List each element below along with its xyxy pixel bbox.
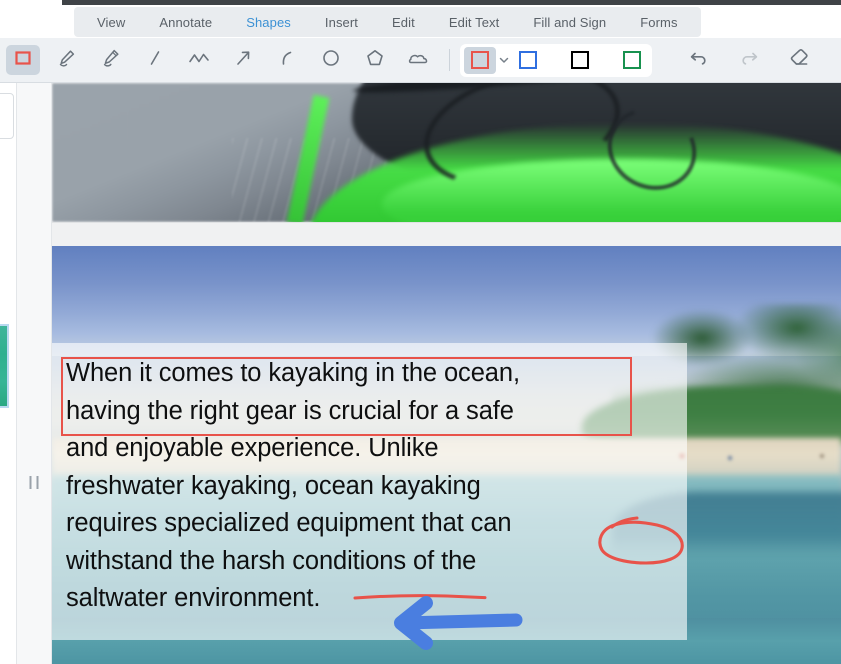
cloud-tool[interactable] xyxy=(402,45,436,75)
thumbnail-rail[interactable] xyxy=(0,83,16,664)
tab-annotate[interactable]: Annotate xyxy=(142,7,229,37)
ellipse-tool[interactable] xyxy=(314,45,348,75)
arrow-icon xyxy=(233,48,253,73)
shapes-toolbar xyxy=(0,38,841,83)
text-overlay-panel: When it comes to kayaking in the ocean, … xyxy=(52,343,687,640)
color-red-swatch-icon xyxy=(471,51,489,69)
page-thumbnail-2[interactable] xyxy=(0,324,9,408)
color-palette xyxy=(460,43,652,77)
color-green[interactable] xyxy=(616,47,648,74)
tab-view[interactable]: View xyxy=(80,7,142,37)
polygon-icon xyxy=(364,47,386,74)
redo-button xyxy=(732,45,766,75)
color-black[interactable] xyxy=(564,47,596,74)
page-thumbnail-1[interactable] xyxy=(0,93,14,139)
pen-tool[interactable] xyxy=(50,45,84,75)
ellipse-icon xyxy=(320,47,342,74)
curve-icon xyxy=(277,48,297,73)
tab-bar: View Annotate Shapes Insert Edit Edit Text Fil… xyxy=(0,5,841,38)
color-red[interactable] xyxy=(464,46,496,74)
highlighter-tool[interactable] xyxy=(94,45,128,75)
document-viewport[interactable]: When it comes to kayaking in the ocean, … xyxy=(52,83,841,664)
toolbar-divider xyxy=(449,49,450,71)
polyline-tool[interactable] xyxy=(182,45,216,75)
document-page-1[interactable] xyxy=(52,83,841,222)
pen-icon xyxy=(56,47,78,74)
cloud-icon xyxy=(407,48,431,73)
arrow-tool[interactable] xyxy=(226,45,260,75)
undo-icon xyxy=(688,47,710,74)
polygon-tool[interactable] xyxy=(358,45,392,75)
color-black-swatch-icon xyxy=(571,51,589,69)
color-blue-swatch-icon xyxy=(519,51,537,69)
color-blue[interactable] xyxy=(512,47,544,74)
splitter-grip-icon xyxy=(29,476,39,489)
rectangle-tool[interactable] xyxy=(6,45,40,75)
pdf-editor-window: View Annotate Shapes Insert Edit Edit Text Fil… xyxy=(0,0,841,664)
panel-splitter[interactable] xyxy=(17,83,52,664)
eraser-icon xyxy=(788,47,810,74)
tab-bar-group: View Annotate Shapes Insert Edit Edit Text Fil… xyxy=(74,7,701,37)
tab-shapes[interactable]: Shapes xyxy=(229,7,308,37)
tab-insert[interactable]: Insert xyxy=(308,7,375,37)
eraser-button[interactable] xyxy=(782,45,816,75)
polyline-icon xyxy=(187,48,211,73)
tab-edit[interactable]: Edit xyxy=(375,7,432,37)
color-green-swatch-icon xyxy=(623,51,641,69)
tab-forms[interactable]: Forms xyxy=(623,7,694,37)
document-page-2[interactable]: When it comes to kayaking in the ocean, … xyxy=(52,246,841,664)
rectangle-icon xyxy=(13,48,33,73)
page-gap xyxy=(52,222,841,246)
undo-button[interactable] xyxy=(682,45,716,75)
redo-icon xyxy=(738,47,760,74)
line-tool[interactable] xyxy=(138,45,172,75)
highlighter-icon xyxy=(100,47,122,74)
document-body-text: When it comes to kayaking in the ocean, … xyxy=(66,359,520,612)
tab-edit-text[interactable]: Edit Text xyxy=(432,7,517,37)
tab-fill-and-sign[interactable]: Fill and Sign xyxy=(516,7,623,37)
curve-tool[interactable] xyxy=(270,45,304,75)
line-icon xyxy=(145,48,165,73)
chevron-down-icon[interactable] xyxy=(496,48,512,72)
